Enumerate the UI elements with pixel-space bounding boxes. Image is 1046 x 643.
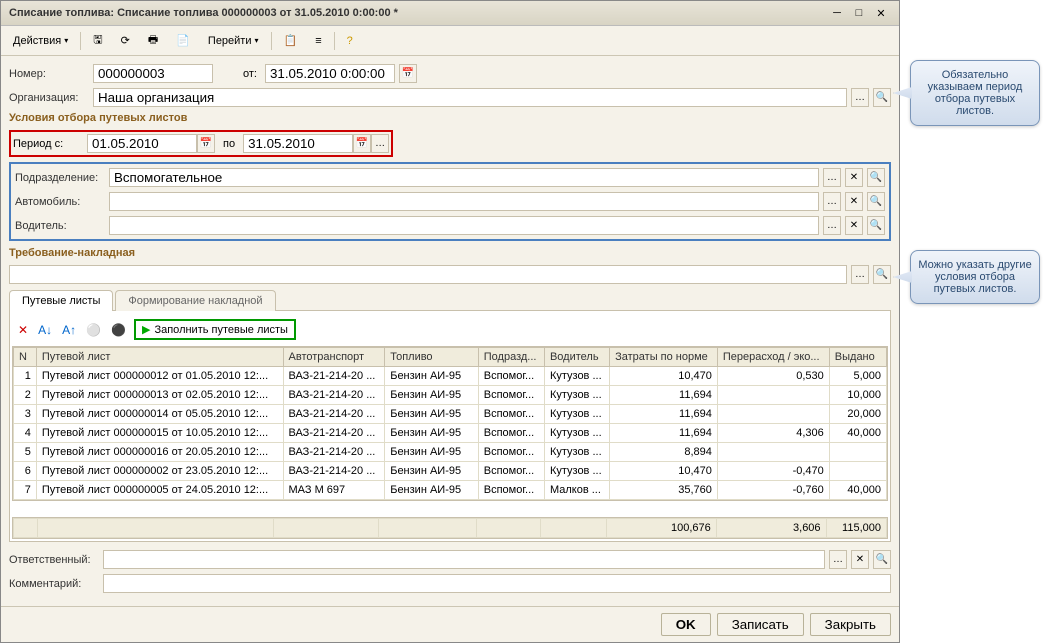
filter-icon[interactable]: ⚪ — [84, 321, 103, 339]
col-auto[interactable]: Автотранспорт — [283, 348, 385, 367]
select-button[interactable]: … — [851, 265, 869, 284]
callout-period: Обязательно указываем период отбора путе… — [910, 60, 1040, 126]
search-icon[interactable]: 🔍 — [867, 168, 885, 187]
col-n[interactable]: N — [14, 348, 37, 367]
number-input[interactable] — [93, 64, 213, 83]
list-icon[interactable]: ≡ — [309, 33, 327, 49]
period-label: Период с: — [13, 138, 87, 150]
table-row[interactable]: 2Путевой лист 000000013 от 02.05.2010 12… — [14, 386, 887, 405]
tab-forming[interactable]: Формирование накладной — [115, 290, 275, 311]
col-driver[interactable]: Водитель — [544, 348, 609, 367]
select-button[interactable]: … — [851, 88, 869, 107]
total-issued: 115,000 — [826, 519, 886, 538]
search-icon[interactable]: 🔍 — [873, 550, 891, 569]
post-icon[interactable]: 📄 — [170, 32, 196, 49]
fill-waybills-button[interactable]: ▶ Заполнить путевые листы — [134, 319, 296, 340]
table-row[interactable]: 4Путевой лист 000000015 от 10.05.2010 12… — [14, 424, 887, 443]
date-input[interactable] — [265, 64, 395, 83]
search-icon[interactable]: 🔍 — [873, 88, 891, 107]
clear-icon[interactable]: ✕ — [845, 192, 863, 211]
comment-input[interactable] — [103, 574, 891, 593]
table-row[interactable]: 7Путевой лист 000000005 от 24.05.2010 12… — [14, 481, 887, 500]
table-row[interactable]: 3Путевой лист 000000014 от 05.05.2010 12… — [14, 405, 887, 424]
ok-button[interactable]: OK — [661, 613, 711, 636]
filter-group: Подразделение: … ✕ 🔍 Автомобиль: … ✕ 🔍 В… — [9, 162, 891, 241]
driver-input[interactable] — [109, 216, 819, 235]
subdiv-label: Подразделение: — [15, 172, 105, 184]
clear-icon[interactable]: ✕ — [845, 168, 863, 187]
total-norm: 100,676 — [606, 519, 716, 538]
select-button[interactable]: … — [823, 192, 841, 211]
org-label: Организация: — [9, 92, 89, 104]
actions-menu[interactable]: Действия▾ — [7, 33, 74, 49]
table-row[interactable]: 5Путевой лист 000000016 от 20.05.2010 12… — [14, 443, 887, 462]
help-icon[interactable]: ? — [341, 33, 359, 49]
period-from-input[interactable] — [87, 134, 197, 153]
calendar-icon[interactable]: 📅 — [353, 134, 371, 153]
titlebar: Списание топлива: Списание топлива 00000… — [1, 1, 899, 26]
col-subdiv[interactable]: Подразд... — [478, 348, 544, 367]
search-icon[interactable]: 🔍 — [867, 216, 885, 235]
callout-filters: Можно указать другие условия отбора путе… — [910, 250, 1040, 304]
search-icon[interactable]: 🔍 — [867, 192, 885, 211]
close-form-button[interactable]: Закрыть — [810, 613, 891, 636]
total-over: 3,606 — [716, 519, 826, 538]
col-fuel[interactable]: Топливо — [385, 348, 479, 367]
subdiv-input[interactable] — [109, 168, 819, 187]
close-button[interactable]: ✕ — [871, 5, 891, 21]
print-icon[interactable]: 🖶 — [142, 29, 164, 52]
driver-label: Водитель: — [15, 220, 105, 232]
table-row[interactable]: 6Путевой лист 000000002 от 23.05.2010 12… — [14, 462, 887, 481]
maximize-button[interactable]: □ — [849, 5, 869, 21]
from-label: от: — [217, 68, 257, 80]
sort-asc-icon[interactable]: A↓ — [36, 321, 54, 339]
table-row[interactable]: 1Путевой лист 000000012 от 01.05.2010 12… — [14, 367, 887, 386]
tab-waybills[interactable]: Путевые листы — [9, 290, 113, 311]
col-norm[interactable]: Затраты по норме — [610, 348, 718, 367]
calendar-icon[interactable]: 📅 — [399, 64, 417, 83]
window-title: Списание топлива: Списание топлива 00000… — [9, 7, 398, 19]
col-issued[interactable]: Выдано — [829, 348, 886, 367]
select-button[interactable]: … — [823, 216, 841, 235]
col-sheet[interactable]: Путевой лист — [36, 348, 283, 367]
number-label: Номер: — [9, 68, 89, 80]
filter-section-title: Условия отбора путевых листов — [9, 112, 891, 124]
goto-menu[interactable]: Перейти▾ — [202, 33, 265, 49]
main-toolbar: Действия▾ 🖫 ⟳ 🖶 📄 Перейти▾ 📋 ≡ ? — [1, 26, 899, 56]
select-button[interactable]: … — [823, 168, 841, 187]
save-icon[interactable]: 🖫 — [87, 29, 108, 52]
play-icon: ▶ — [142, 323, 150, 336]
totals-row: 100,676 3,606 115,000 — [14, 519, 887, 538]
select-button[interactable]: … — [371, 134, 389, 153]
clear-icon[interactable]: ✕ — [845, 216, 863, 235]
filter-clear-icon[interactable]: ⚫ — [109, 321, 128, 339]
minimize-button[interactable]: ─ — [827, 5, 847, 21]
period-to-label: по — [215, 138, 243, 150]
save-button[interactable]: Записать — [717, 613, 804, 636]
search-icon[interactable]: 🔍 — [873, 265, 891, 284]
auto-label: Автомобиль: — [15, 196, 105, 208]
responsible-label: Ответственный: — [9, 554, 99, 566]
auto-input[interactable] — [109, 192, 819, 211]
calendar-icon[interactable]: 📅 — [197, 134, 215, 153]
select-button[interactable]: … — [829, 550, 847, 569]
waybills-table: N Путевой лист Автотранспорт Топливо Под… — [13, 347, 887, 500]
form-icon[interactable]: 📋 — [278, 32, 304, 49]
period-to-input[interactable] — [243, 134, 353, 153]
clear-icon[interactable]: ✕ — [851, 550, 869, 569]
delete-icon[interactable]: ✕ — [16, 321, 30, 339]
req-section-title: Требование-накладная — [9, 247, 891, 259]
requirement-input[interactable] — [9, 265, 847, 284]
comment-label: Комментарий: — [9, 578, 99, 590]
refresh-icon[interactable]: ⟳ — [115, 32, 136, 49]
sort-desc-icon[interactable]: A↑ — [60, 321, 78, 339]
responsible-input[interactable] — [103, 550, 825, 569]
org-input[interactable] — [93, 88, 847, 107]
col-over[interactable]: Перерасход / эко... — [717, 348, 829, 367]
